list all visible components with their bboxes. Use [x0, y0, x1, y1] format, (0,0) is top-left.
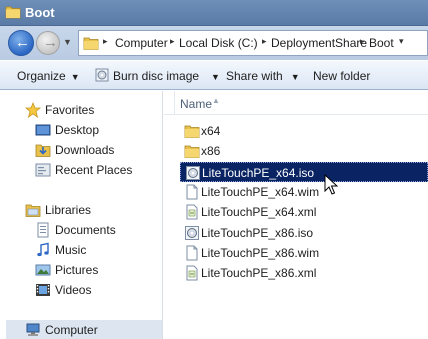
chevron-down-icon: ▼: [211, 72, 220, 82]
share-with-button[interactable]: Share with ▼: [226, 69, 300, 83]
file-icon: [186, 245, 198, 261]
folder-icon: [184, 145, 200, 159]
file-row[interactable]: LiteTouchPE_x86.xml: [180, 263, 428, 283]
nav-computer-label: Computer: [45, 323, 98, 337]
folder-icon: [5, 6, 21, 19]
chevron-right-icon[interactable]: ▸: [103, 36, 108, 47]
chevron-right-icon[interactable]: ▸: [170, 36, 175, 47]
new-folder-button[interactable]: New folder: [313, 69, 370, 83]
nav-videos-label: Videos: [55, 283, 92, 297]
nav-documents-label: Documents: [55, 223, 116, 237]
computer-icon: [26, 323, 40, 336]
column-name-label: Name: [180, 97, 213, 111]
breadcrumb-local-disk[interactable]: Local Disk (C:): [179, 36, 258, 50]
xml-file-icon: [186, 265, 198, 281]
file-name: x86: [201, 144, 221, 159]
address-bar-area: ← → ▼ ▸ Computer ▸ Local Disk (C:) ▸ Dep…: [0, 26, 428, 60]
breadcrumb-computer[interactable]: Computer: [115, 36, 168, 50]
command-bar: Organize ▼ Burn disc image ▼ Share with ▼ N…: [0, 60, 428, 90]
column-header-name[interactable]: Name ▲: [164, 91, 428, 115]
organize-button[interactable]: Organize ▼: [17, 69, 80, 83]
file-name: LiteTouchPE_x64.xml: [201, 205, 317, 220]
desktop-icon: [35, 124, 51, 136]
sort-ascending-icon: ▲: [212, 96, 220, 105]
file-row[interactable]: LiteTouchPE_x86.wim: [180, 243, 428, 263]
videos-icon: [36, 284, 50, 296]
file-name: LiteTouchPE_x86.wim: [201, 245, 320, 260]
file-row[interactable]: x86: [180, 141, 428, 161]
star-icon: [25, 102, 41, 118]
window-title: Boot: [25, 5, 55, 20]
nav-downloads-label: Downloads: [55, 143, 115, 157]
file-icon: [186, 184, 198, 200]
chevron-right-icon[interactable]: ▸: [262, 36, 267, 47]
file-row[interactable]: LiteTouchPE_x64.iso: [180, 161, 428, 182]
nav-recent-places-label: Recent Places: [55, 163, 133, 177]
file-row[interactable]: LiteTouchPE_x64.xml: [180, 202, 428, 222]
back-arrow-icon: ←: [15, 34, 30, 51]
back-button[interactable]: ←: [8, 30, 34, 56]
chevron-down-icon: ▼: [290, 72, 300, 82]
chevron-right-icon[interactable]: ▸: [360, 36, 365, 47]
burn-disc-image-button[interactable]: Burn disc image ▼: [113, 69, 220, 83]
file-name: x64: [201, 124, 221, 138]
share-label: Share with: [226, 69, 283, 83]
burn-label: Burn disc image: [113, 69, 200, 83]
recent-places-icon: [35, 163, 51, 177]
nav-desktop-label: Desktop: [55, 123, 100, 137]
nav-music-label: Music: [55, 243, 87, 257]
music-note-icon: [37, 242, 49, 257]
file-row[interactable]: LiteTouchPE_x64.wim: [180, 182, 428, 202]
mouse-cursor-icon: [324, 174, 338, 195]
organize-label: Organize: [17, 69, 66, 83]
disc-image-icon: [185, 225, 199, 240]
file-list-pane: Name ▲ x64 x86 LiteTouchPE_x64.iso LiteTouc…: [164, 91, 428, 339]
folder-icon: [83, 37, 99, 50]
documents-icon: [37, 222, 49, 238]
title-bar: Boot: [0, 0, 428, 26]
breadcrumb-boot[interactable]: Boot: [369, 36, 394, 50]
disc-image-icon: [186, 165, 200, 180]
burn-disc-icon: [95, 68, 109, 82]
file-name: LiteTouchPE_x64.wim: [201, 184, 320, 199]
recent-pages-dropdown[interactable]: ▼: [63, 37, 72, 47]
nav-favorites-label: Favorites: [45, 103, 95, 117]
nav-libraries-label: Libraries: [45, 203, 92, 217]
chevron-down-icon: ▼: [70, 72, 80, 82]
forward-arrow-icon: →: [43, 34, 58, 51]
downloads-icon: [35, 144, 51, 157]
file-name: LiteTouchPE_x64.iso: [202, 165, 315, 180]
breadcrumb-deploymentshare[interactable]: DeploymentShare: [271, 36, 367, 50]
file-name: LiteTouchPE_x86.iso: [201, 225, 314, 240]
file-name: LiteTouchPE_x86.xml: [201, 266, 317, 281]
pictures-icon: [35, 264, 51, 276]
libraries-icon: [25, 204, 41, 217]
file-row[interactable]: LiteTouchPE_x86.iso: [180, 223, 428, 243]
column-divider: [174, 91, 175, 115]
file-row[interactable]: x64: [180, 121, 428, 141]
xml-file-icon: [186, 204, 198, 220]
folder-icon: [184, 125, 200, 138]
nav-pictures-label: Pictures: [55, 263, 99, 277]
forward-button[interactable]: →: [36, 31, 60, 55]
navigation-pane: Favorites Desktop Downloads Recent Place…: [0, 91, 163, 339]
chevron-down-icon[interactable]: ▾: [399, 36, 404, 47]
address-field[interactable]: ▸ Computer ▸ Local Disk (C:) ▸ Deploymen…: [78, 30, 428, 56]
